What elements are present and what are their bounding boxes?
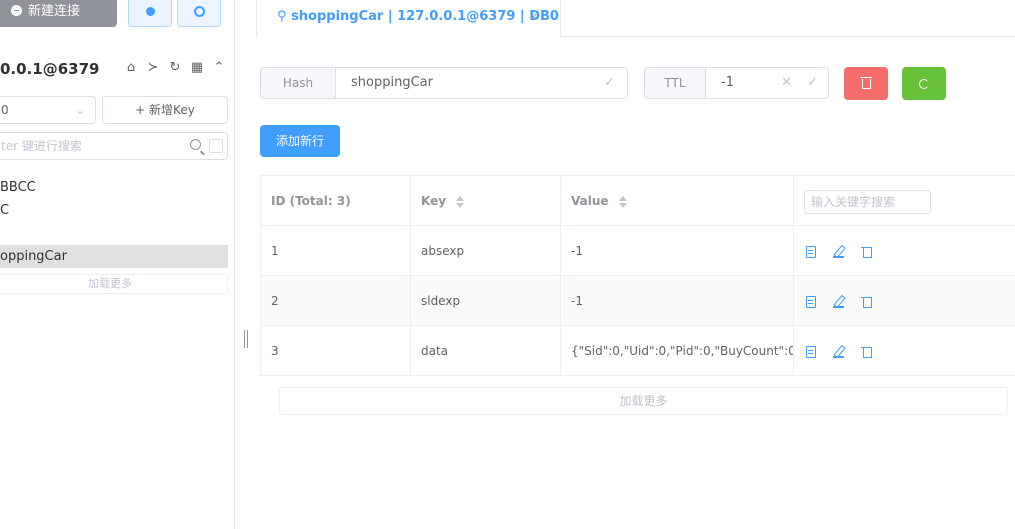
column-header-value[interactable]: Value <box>561 176 794 226</box>
column-header-value-label: Value <box>571 194 609 208</box>
new-connection-button[interactable]: 新建连接 <box>0 0 117 27</box>
key-type-label: Hash <box>260 67 336 99</box>
column-header-id: ID (Total: 3) <box>261 176 411 226</box>
settings-button[interactable] <box>128 0 172 27</box>
view-icon[interactable] <box>804 295 818 309</box>
check-icon[interactable]: ✓ <box>604 68 615 98</box>
tab-divider <box>561 36 1015 37</box>
table-load-more-button[interactable]: 加载更多 <box>279 387 1008 415</box>
cell-id: 1 <box>261 226 411 276</box>
key-list-item[interactable] <box>0 222 228 245</box>
check-icon[interactable]: ✓ <box>807 68 818 98</box>
cell-id: 3 <box>261 326 411 376</box>
grid-icon[interactable]: ▦ <box>189 60 205 75</box>
db-selected-value: 0 <box>1 103 9 117</box>
key-name-value: shoppingCar <box>351 75 433 90</box>
cell-value: -1 <box>561 226 794 276</box>
view-icon[interactable] <box>804 345 818 359</box>
chevron-down-icon: ⌄ <box>74 103 85 117</box>
cell-actions <box>794 276 1015 326</box>
app-root: 新建连接 0.0.1@6379 ⌂ ≻ ↻ ▦ ⌃ 0 ⌄ + 新增Key te… <box>0 0 1015 529</box>
add-key-button[interactable]: + 新增Key <box>102 96 228 124</box>
refresh-key-button[interactable] <box>902 67 946 100</box>
cell-key: absexp <box>411 226 561 276</box>
table-row: 2 sldexp -1 <box>261 276 1015 326</box>
refresh-icon[interactable]: ↻ <box>167 60 183 75</box>
sidebar-load-more-button[interactable]: 加载更多 <box>0 274 228 294</box>
clock-icon <box>193 6 205 17</box>
new-connection-label: 新建连接 <box>28 4 81 19</box>
sort-icon[interactable] <box>456 195 465 208</box>
column-header-actions: 输入关键字搜索 <box>794 176 1015 226</box>
exact-search-checkbox[interactable] <box>209 139 223 153</box>
table-header-row: ID (Total: 3) Key Value 输入关键字搜索 <box>261 176 1015 226</box>
delete-key-button[interactable] <box>844 67 888 100</box>
sidebar: 新建连接 0.0.1@6379 ⌂ ≻ ↻ ▦ ⌃ 0 ⌄ + 新增Key te… <box>0 0 235 529</box>
key-icon: ⚲ <box>277 9 292 24</box>
edit-icon[interactable] <box>832 245 846 259</box>
key-list-item[interactable]: C <box>0 199 228 222</box>
cell-key: sldexp <box>411 276 561 326</box>
cell-id: 2 <box>261 276 411 326</box>
cell-actions <box>794 326 1015 376</box>
cell-value: {"Sid":0,"Uid":0,"Pid":0,"BuyCount":0,".… <box>561 326 794 376</box>
history-button[interactable] <box>177 0 221 27</box>
chevron-up-icon[interactable]: ⌃ <box>211 60 227 75</box>
ttl-label: TTL <box>644 67 706 99</box>
key-name-input[interactable]: shoppingCar ✓ <box>335 67 628 99</box>
minus-circle-icon <box>11 5 22 16</box>
home-icon[interactable]: ⌂ <box>123 60 139 75</box>
table-row: 1 absexp -1 <box>261 226 1015 276</box>
edit-icon[interactable] <box>832 345 846 359</box>
trash-icon <box>859 76 872 89</box>
ttl-input[interactable]: -1 ✕ ✓ <box>705 67 829 99</box>
cell-value: -1 <box>561 276 794 326</box>
edit-icon[interactable] <box>832 295 846 309</box>
terminal-icon[interactable]: ≻ <box>145 60 161 75</box>
refresh-icon <box>919 78 929 89</box>
db-select[interactable]: 0 ⌄ <box>0 96 96 124</box>
ttl-value: -1 <box>721 75 734 90</box>
connection-actions: ⌂ ≻ ↻ ▦ ⌃ <box>123 60 227 75</box>
table-row: 3 data {"Sid":0,"Uid":0,"Pid":0,"BuyCoun… <box>261 326 1015 376</box>
add-row-button[interactable]: 添加新行 <box>260 125 340 157</box>
trash-icon[interactable] <box>860 345 874 359</box>
gear-icon <box>145 7 155 16</box>
table-filter-input[interactable]: 输入关键字搜索 <box>804 190 931 214</box>
key-search-placeholder: ter 键进行搜索 <box>1 139 82 153</box>
connection-name[interactable]: 0.0.1@6379 <box>0 60 99 78</box>
column-header-key-label: Key <box>421 194 447 208</box>
sort-icon[interactable] <box>618 195 627 208</box>
column-header-key[interactable]: Key <box>411 176 561 226</box>
trash-icon[interactable] <box>860 295 874 309</box>
search-icon[interactable] <box>190 139 201 150</box>
resize-handle[interactable] <box>244 330 248 348</box>
tab-title: shoppingCar | 127.0.0.1@6379 | DB0 <box>291 9 559 24</box>
key-search-input[interactable]: ter 键进行搜索 <box>0 132 228 160</box>
cell-actions <box>794 226 1015 276</box>
hash-table: ID (Total: 3) Key Value 输入关键字搜索 1 absexp… <box>260 175 1015 376</box>
tab-key-detail[interactable]: ⚲ shoppingCar | 127.0.0.1@6379 | DB0 × <box>256 0 561 37</box>
trash-icon[interactable] <box>860 245 874 259</box>
view-icon[interactable] <box>804 245 818 259</box>
cell-key: data <box>411 326 561 376</box>
close-icon[interactable]: × <box>529 0 538 34</box>
key-list: BBCC C oppingCar <box>0 176 228 268</box>
clear-icon[interactable]: ✕ <box>781 68 792 98</box>
key-list-item[interactable]: BBCC <box>0 176 228 199</box>
key-list-item-selected[interactable]: oppingCar <box>0 245 228 268</box>
